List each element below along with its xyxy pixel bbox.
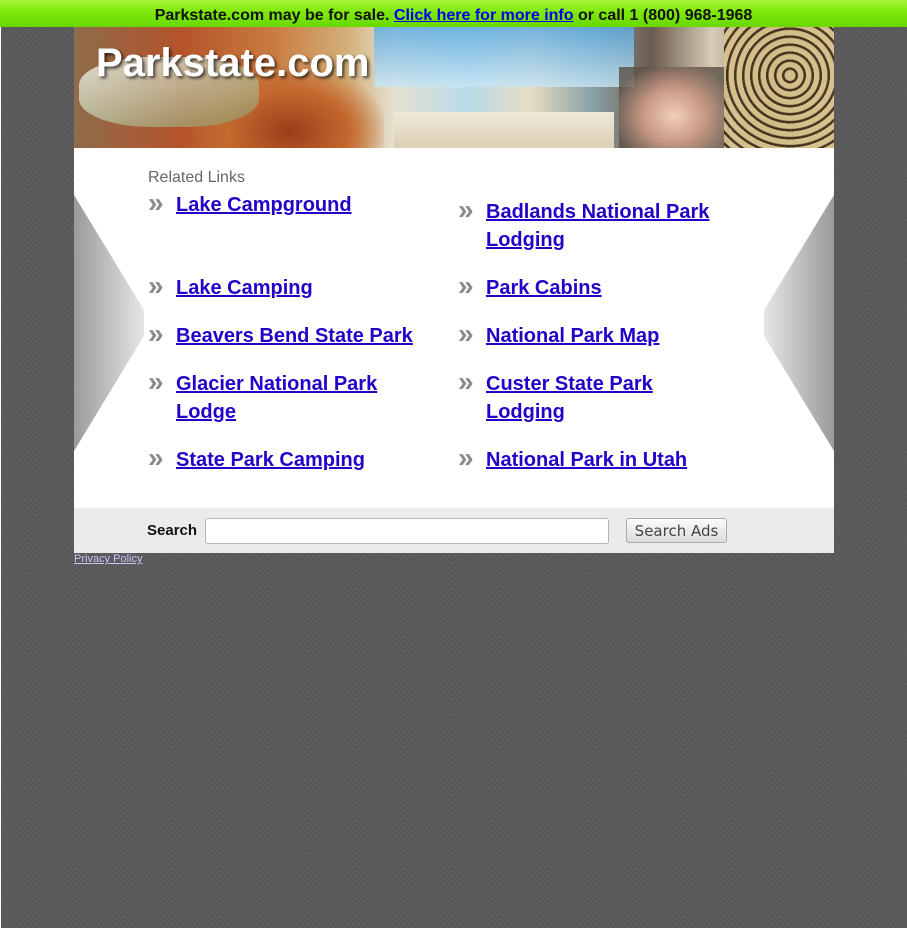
double-chevron-right-icon: » xyxy=(148,318,164,349)
related-link-item[interactable]: » Glacier National Park Lodge xyxy=(148,366,388,426)
banner-cheetah-image xyxy=(724,27,834,148)
search-ads-button[interactable]: Search Ads xyxy=(626,518,727,543)
double-chevron-right-icon: » xyxy=(148,187,164,218)
search-input[interactable] xyxy=(205,518,609,544)
right-decorative-wing xyxy=(764,195,834,451)
sale-bar-prefix: Parkstate.com may be for sale. xyxy=(154,7,390,24)
banner-couple-image xyxy=(619,67,729,148)
related-link[interactable]: National Park Map xyxy=(486,322,659,350)
related-link[interactable]: Badlands National Park Lodging xyxy=(486,198,718,254)
double-chevron-right-icon: » xyxy=(458,270,474,301)
related-links-panel: Related Links » Lake Campground » Badlan… xyxy=(74,148,834,508)
related-link[interactable]: Beavers Bend State Park xyxy=(176,322,413,350)
related-link[interactable]: Park Cabins xyxy=(486,274,602,302)
related-link[interactable]: National Park in Utah xyxy=(486,446,687,474)
search-label: Search xyxy=(147,522,198,539)
for-sale-bar: Parkstate.com may be for sale. Click her… xyxy=(0,0,907,27)
related-link-item[interactable]: » Beavers Bend State Park xyxy=(148,318,428,350)
related-link[interactable]: Custer State Park Lodging xyxy=(486,370,668,426)
double-chevron-right-icon: » xyxy=(458,366,474,397)
related-link[interactable]: State Park Camping xyxy=(176,446,365,474)
related-link-item[interactable]: » Custer State Park Lodging xyxy=(458,366,668,426)
left-decorative-wing xyxy=(74,195,144,451)
page-container: Parkstate.com Related Links » Lake Campg… xyxy=(74,27,834,553)
double-chevron-right-icon: » xyxy=(148,442,164,473)
site-title: Parkstate.com xyxy=(96,41,370,85)
search-bar: Search Search Ads xyxy=(74,508,834,553)
double-chevron-right-icon: » xyxy=(148,366,164,397)
banner-beach-image xyxy=(394,112,614,148)
left-edge-strip xyxy=(0,27,1,928)
related-link[interactable]: Lake Campground xyxy=(176,191,352,219)
header-banner: Parkstate.com xyxy=(74,27,834,148)
related-link-item[interactable]: » Park Cabins xyxy=(458,270,718,302)
sale-bar-suffix: or call 1 (800) 968-1968 xyxy=(577,7,753,24)
related-link-item[interactable]: » National Park Map xyxy=(458,318,718,350)
double-chevron-right-icon: » xyxy=(458,318,474,349)
related-link-item[interactable]: » Lake Campground xyxy=(148,187,428,219)
related-link-item[interactable]: » Badlands National Park Lodging xyxy=(458,194,718,254)
related-link[interactable]: Glacier National Park Lodge xyxy=(176,370,388,426)
related-link-item[interactable]: » National Park in Utah xyxy=(458,442,738,474)
related-links-heading: Related Links xyxy=(148,169,245,186)
double-chevron-right-icon: » xyxy=(458,442,474,473)
banner-sky-image xyxy=(374,27,634,87)
double-chevron-right-icon: » xyxy=(148,270,164,301)
double-chevron-right-icon: » xyxy=(458,194,474,225)
more-info-link[interactable]: Click here for more info xyxy=(394,7,574,24)
privacy-policy-link[interactable]: Privacy Policy xyxy=(74,553,142,565)
related-link-item[interactable]: » State Park Camping xyxy=(148,442,428,474)
related-link[interactable]: Lake Camping xyxy=(176,274,313,302)
related-link-item[interactable]: » Lake Camping xyxy=(148,270,428,302)
